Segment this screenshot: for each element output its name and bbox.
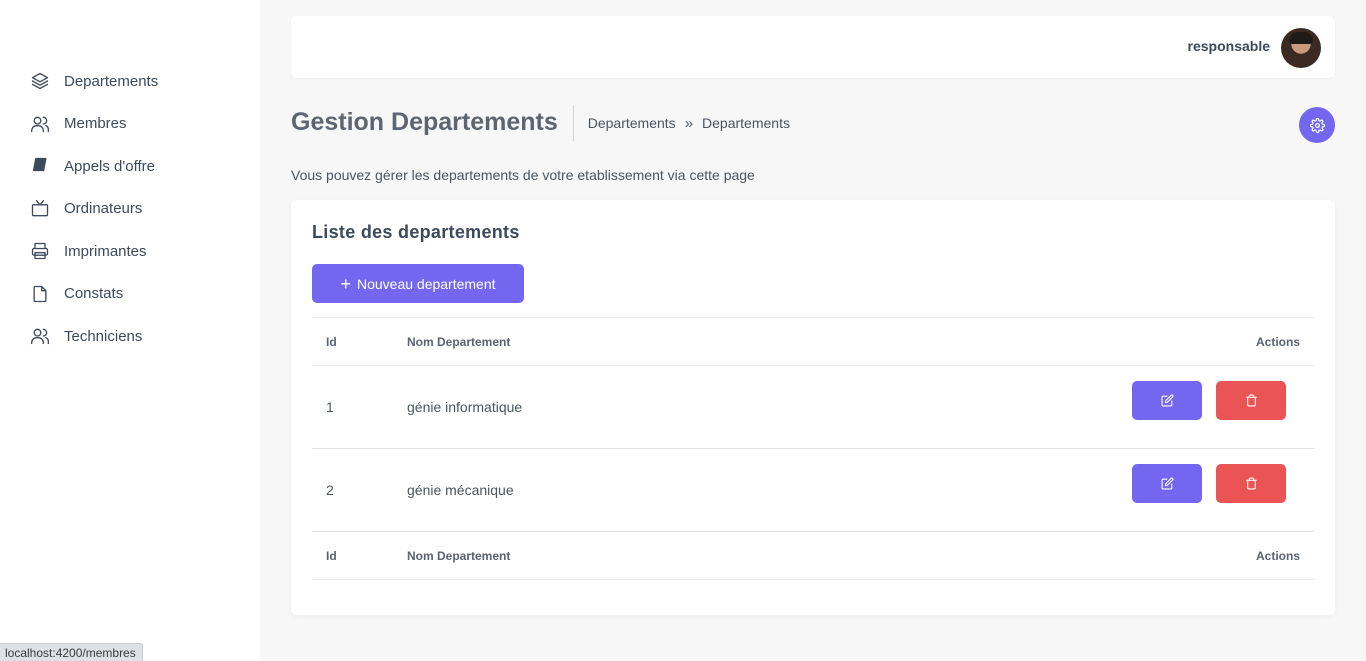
cell-id: 1 [312, 365, 407, 449]
departements-card: Liste des departements + Nouveau departe… [291, 200, 1335, 615]
breadcrumb-item[interactable]: Departements [588, 115, 676, 131]
status-bar-url: localhost:4200/membres [0, 643, 143, 661]
book-icon [30, 156, 50, 176]
trash-icon [1245, 394, 1258, 407]
sidebar: Departements Membres Appels d'offre Ordi… [0, 0, 260, 661]
layers-icon [30, 71, 50, 91]
cell-id: 2 [312, 448, 407, 532]
new-departement-button[interactable]: + Nouveau departement [312, 264, 524, 303]
sidebar-item-membres[interactable]: Membres [0, 103, 260, 146]
cell-actions [758, 448, 1314, 532]
table-row: 1 génie informatique [312, 365, 1314, 449]
settings-button[interactable] [1299, 107, 1335, 143]
sidebar-item-constats[interactable]: Constats [0, 273, 260, 316]
plus-icon: + [340, 273, 351, 294]
sidebar-item-label: Appels d'offre [64, 157, 155, 175]
footer-header-actions: Actions [758, 531, 1314, 580]
table-row: 2 génie mécanique [312, 448, 1314, 532]
sidebar-item-label: Membres [64, 115, 127, 133]
printer-icon [30, 241, 50, 261]
page-header: Gestion Departements Departements » Depa… [291, 105, 790, 141]
table-header-row: Id Nom Departement Actions [312, 317, 1314, 366]
footer-header-name: Nom Departement [407, 531, 759, 580]
column-header-actions: Actions [758, 317, 1314, 366]
sidebar-item-techniciens[interactable]: Techniciens [0, 315, 260, 358]
footer-header-id: Id [312, 531, 407, 580]
users-icon [30, 326, 50, 346]
sidebar-item-label: Constats [64, 285, 124, 303]
file-icon [30, 284, 50, 304]
sidebar-item-label: Ordinateurs [64, 200, 143, 218]
departements-table: Id Nom Departement Actions 1 génie infor… [312, 317, 1314, 580]
sidebar-item-label: Departements [64, 72, 159, 90]
sidebar-nav: Departements Membres Appels d'offre Ordi… [0, 60, 260, 358]
sidebar-item-ordinateurs[interactable]: Ordinateurs [0, 188, 260, 231]
sidebar-item-appels-offre[interactable]: Appels d'offre [0, 145, 260, 188]
avatar[interactable] [1281, 28, 1321, 68]
page-description: Vous pouvez gérer les departements de vo… [291, 167, 755, 183]
sidebar-item-label: Imprimantes [64, 242, 147, 260]
users-icon [30, 114, 50, 134]
column-header-name[interactable]: Nom Departement [407, 317, 759, 366]
delete-button[interactable] [1216, 380, 1286, 420]
cell-name: génie informatique [407, 365, 759, 449]
edit-button[interactable] [1132, 380, 1202, 420]
topbar: responsable [291, 16, 1335, 78]
cell-name: génie mécanique [407, 448, 759, 532]
table-footer-row: Id Nom Departement Actions [312, 531, 1314, 580]
user-name[interactable]: responsable [1188, 38, 1270, 54]
sidebar-item-departements[interactable]: Departements [0, 60, 260, 103]
new-departement-label: Nouveau departement [356, 275, 496, 292]
card-title: Liste des departements [312, 222, 520, 242]
breadcrumb-separator: » [684, 114, 694, 132]
cell-actions [758, 365, 1314, 449]
sidebar-item-imprimantes[interactable]: Imprimantes [0, 230, 260, 273]
tv-icon [30, 199, 50, 219]
breadcrumb-item-current: Departements [702, 115, 790, 131]
edit-button[interactable] [1132, 463, 1202, 503]
trash-icon [1245, 477, 1258, 490]
edit-icon [1161, 476, 1174, 490]
sidebar-item-label: Techniciens [64, 327, 143, 345]
edit-icon [1161, 393, 1174, 407]
page-title: Gestion Departements [291, 105, 574, 141]
gear-icon [1309, 117, 1325, 133]
breadcrumb: Departements » Departements [588, 115, 790, 132]
column-header-id[interactable]: Id [312, 317, 407, 366]
delete-button[interactable] [1216, 463, 1286, 503]
